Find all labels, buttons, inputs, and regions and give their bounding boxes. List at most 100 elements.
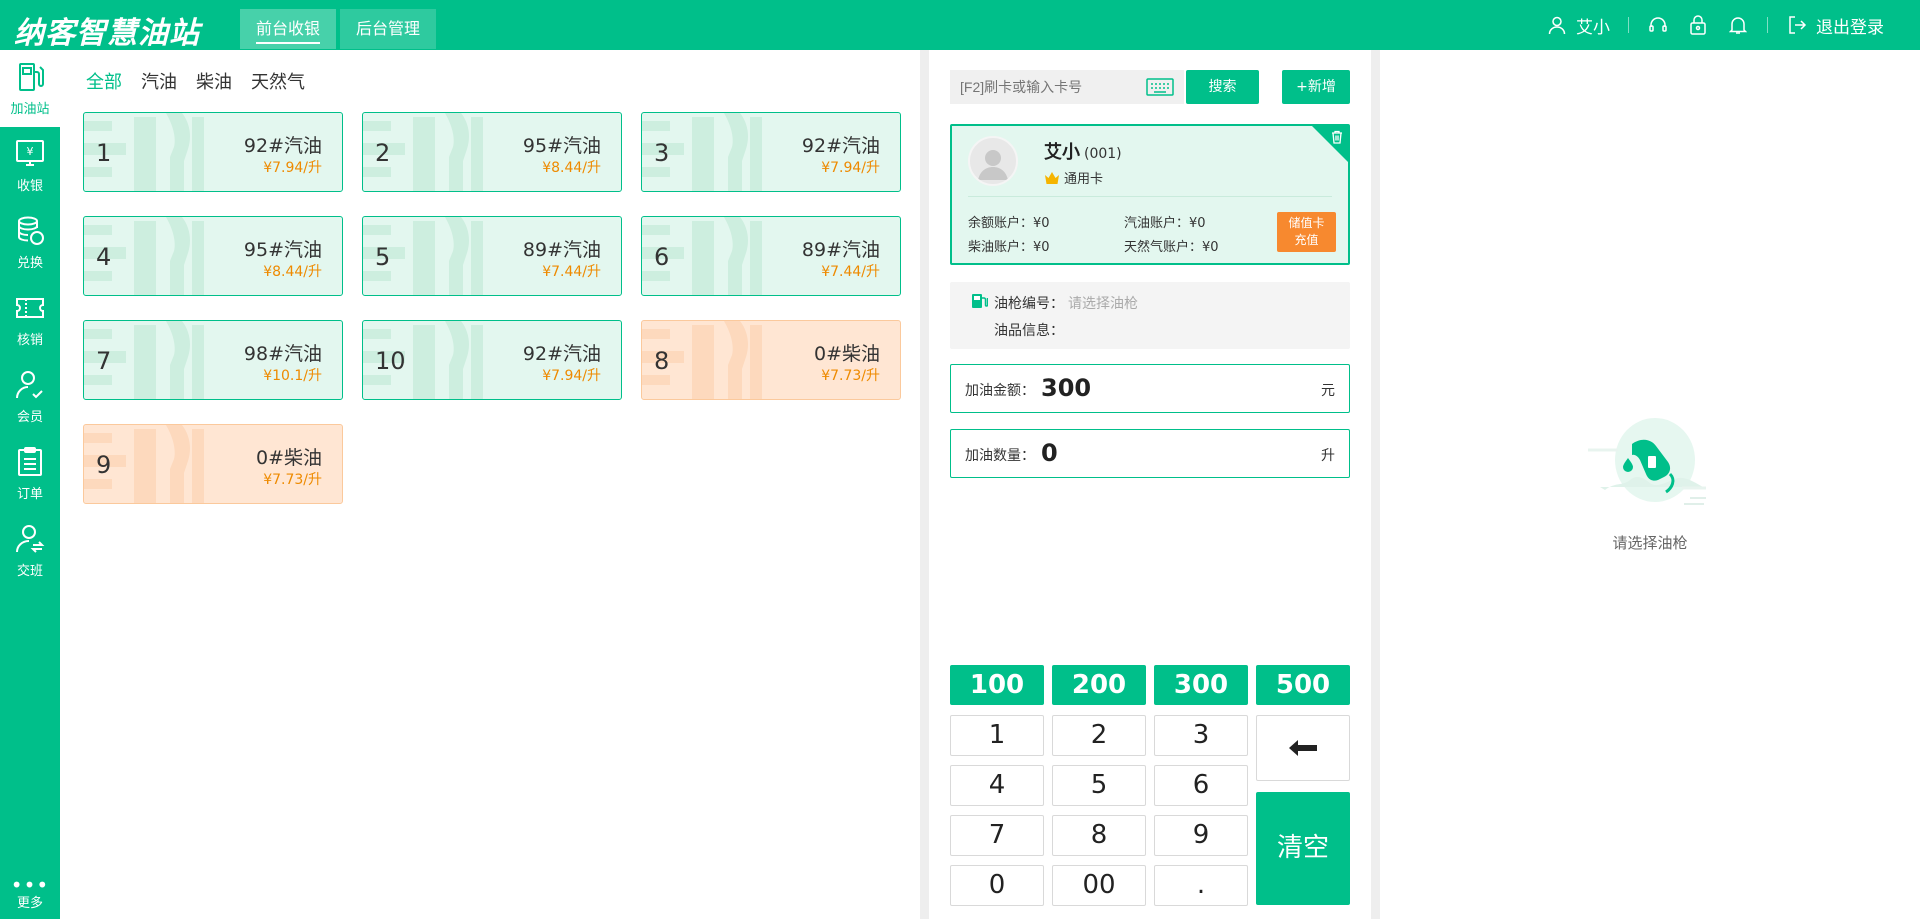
pump-fuel-type: 98#汽油 bbox=[243, 343, 322, 365]
fuel-pump-card[interactable]: 10 92#汽油 ¥7.94/升 bbox=[362, 320, 622, 400]
backspace-button[interactable] bbox=[1256, 715, 1350, 781]
recharge-button[interactable]: 储值卡 充值 bbox=[1277, 212, 1336, 252]
divider bbox=[1628, 17, 1629, 33]
sidebar-item-order[interactable]: 订单 bbox=[0, 435, 60, 512]
recharge-label: 充值 bbox=[1294, 233, 1319, 247]
panel-divider bbox=[1371, 50, 1380, 919]
pump-fuel-type: 92#汽油 bbox=[801, 135, 880, 157]
keypad-key[interactable]: 9 bbox=[1154, 815, 1248, 856]
pump-fuel-type: 92#汽油 bbox=[243, 135, 322, 157]
keypad-key[interactable]: 5 bbox=[1052, 765, 1146, 806]
preset-amount-button[interactable]: 500 bbox=[1256, 665, 1350, 705]
sidebar-item-label: 会员 bbox=[16, 410, 43, 425]
preset-amount-button[interactable]: 200 bbox=[1052, 665, 1146, 705]
bell-icon[interactable] bbox=[1727, 14, 1749, 36]
pump-fuel-type: 89#汽油 bbox=[801, 239, 880, 261]
member-icon bbox=[16, 371, 43, 399]
fuel-pump-card[interactable]: 5 89#汽油 ¥7.44/升 bbox=[362, 216, 622, 296]
clear-button[interactable]: 清空 bbox=[1256, 792, 1350, 905]
logout-icon[interactable] bbox=[1786, 14, 1808, 36]
pump-price: ¥10.1/升 bbox=[263, 368, 322, 384]
pump-fuel-type: 0#柴油 bbox=[813, 343, 880, 365]
pump-number: 9 bbox=[96, 451, 112, 479]
add-member-button[interactable]: +新增 bbox=[1282, 70, 1350, 104]
sidebar-item-verify[interactable]: 核销 bbox=[0, 281, 60, 358]
tab-front-cashier[interactable]: 前台收银 bbox=[240, 9, 337, 49]
keypad-key[interactable]: 3 bbox=[1154, 715, 1248, 756]
pump-price: ¥7.44/升 bbox=[542, 264, 601, 280]
filter-natural-gas[interactable]: 天然气 bbox=[251, 68, 305, 94]
sidebar-item-station[interactable]: 加油站 bbox=[0, 50, 60, 127]
keypad-key[interactable]: 00 bbox=[1052, 865, 1146, 906]
gas-station-icon bbox=[970, 292, 989, 314]
fuel-pump-card[interactable]: 4 95#汽油 ¥8.44/升 bbox=[83, 216, 343, 296]
pump-price: ¥7.94/升 bbox=[821, 160, 880, 176]
keypad-key[interactable]: 8 bbox=[1052, 815, 1146, 856]
sidebar-item-exchange[interactable]: 兑换 bbox=[0, 204, 60, 281]
search-button[interactable]: 搜索 bbox=[1186, 70, 1259, 104]
delete-icon[interactable] bbox=[1330, 129, 1344, 148]
pump-number: 8 bbox=[654, 347, 670, 375]
amount-field[interactable]: 加油金额： 300 元 bbox=[950, 364, 1350, 413]
keypad-key[interactable]: 1 bbox=[950, 715, 1044, 756]
fuel-pump-card[interactable]: 1 92#汽油 ¥7.94/升 bbox=[83, 112, 343, 192]
fuel-pump-card[interactable]: 7 98#汽油 ¥10.1/升 bbox=[83, 320, 343, 400]
preset-amount-button[interactable]: 300 bbox=[1154, 665, 1248, 705]
tab-label: 后台管理 bbox=[356, 19, 421, 38]
divider bbox=[1767, 17, 1768, 33]
gasoline-account: 汽油账户：¥0 bbox=[1124, 216, 1206, 231]
sidebar-item-label: 核销 bbox=[16, 333, 43, 348]
empty-state-text: 请选择油枪 bbox=[1612, 534, 1688, 552]
keypad-key[interactable]: 7 bbox=[950, 815, 1044, 856]
fuel-pump-card[interactable]: 2 95#汽油 ¥8.44/升 bbox=[362, 112, 622, 192]
sidebar-more-label: 更多 bbox=[16, 896, 43, 911]
pump-price: ¥7.94/升 bbox=[542, 368, 601, 384]
logout-link[interactable]: 退出登录 bbox=[1816, 13, 1884, 38]
filter-gasoline[interactable]: 汽油 bbox=[141, 68, 177, 94]
preset-amount-button[interactable]: 100 bbox=[950, 665, 1044, 705]
svg-text:¥: ¥ bbox=[27, 145, 34, 158]
sidebar-item-member[interactable]: 会员 bbox=[0, 358, 60, 435]
pump-price: ¥7.94/升 bbox=[263, 160, 322, 176]
pump-number: 4 bbox=[96, 243, 112, 271]
gun-number-placeholder: 请选择油枪 bbox=[1068, 296, 1138, 312]
sidebar-item-shift[interactable]: 交班 bbox=[0, 512, 60, 589]
fuel-info-label: 油品信息： bbox=[994, 323, 1064, 339]
pump-price: ¥7.73/升 bbox=[263, 472, 322, 488]
fuel-pump-card[interactable]: 3 92#汽油 ¥7.94/升 bbox=[641, 112, 901, 192]
fuel-pump-card[interactable]: 8 0#柴油 ¥7.73/升 bbox=[641, 320, 901, 400]
pump-number: 2 bbox=[375, 139, 391, 167]
filter-diesel[interactable]: 柴油 bbox=[196, 68, 232, 94]
headset-icon[interactable] bbox=[1647, 14, 1669, 36]
pump-number: 7 bbox=[96, 347, 112, 375]
tab-backend-management[interactable]: 后台管理 bbox=[340, 9, 437, 49]
sidebar-item-cashier[interactable]: ¥ 收银 bbox=[0, 127, 60, 204]
gun-number-row[interactable]: 油枪编号： 请选择油枪 bbox=[994, 293, 1138, 313]
user-name[interactable]: 艾小 bbox=[1576, 13, 1610, 38]
quantity-field[interactable]: 加油数量： 0 升 bbox=[950, 429, 1350, 478]
tab-label: 前台收银 bbox=[256, 19, 321, 44]
pump-number: 10 bbox=[375, 347, 406, 375]
pump-price: ¥7.44/升 bbox=[821, 264, 880, 280]
amount-label: 加油金额： bbox=[965, 383, 1035, 399]
amount-value: 300 bbox=[1041, 374, 1092, 402]
gas-account: 天然气账户：¥0 bbox=[1124, 240, 1219, 255]
pump-fuel-type: 95#汽油 bbox=[243, 239, 322, 261]
keypad-key[interactable]: 6 bbox=[1154, 765, 1248, 806]
empty-state: 请选择油枪 bbox=[1580, 410, 1720, 553]
keyboard-icon[interactable] bbox=[1146, 78, 1174, 100]
quantity-unit: 升 bbox=[1321, 448, 1335, 464]
shift-icon bbox=[16, 525, 45, 553]
fuel-filter-tabs: 全部 汽油 柴油 天然气 bbox=[86, 68, 324, 94]
keypad-key[interactable]: . bbox=[1154, 865, 1248, 906]
keypad-key[interactable]: 2 bbox=[1052, 715, 1146, 756]
keypad-key[interactable]: 4 bbox=[950, 765, 1044, 806]
fuel-pump-card[interactable]: 6 89#汽油 ¥7.44/升 bbox=[641, 216, 901, 296]
fuel-pump-card[interactable]: 9 0#柴油 ¥7.73/升 bbox=[83, 424, 343, 504]
pump-price: ¥8.44/升 bbox=[542, 160, 601, 176]
sidebar-more[interactable]: ••• 更多 bbox=[0, 875, 60, 911]
filter-all[interactable]: 全部 bbox=[86, 68, 122, 94]
amount-unit: 元 bbox=[1321, 383, 1335, 399]
keypad-key[interactable]: 0 bbox=[950, 865, 1044, 906]
lock-icon[interactable] bbox=[1687, 14, 1709, 36]
